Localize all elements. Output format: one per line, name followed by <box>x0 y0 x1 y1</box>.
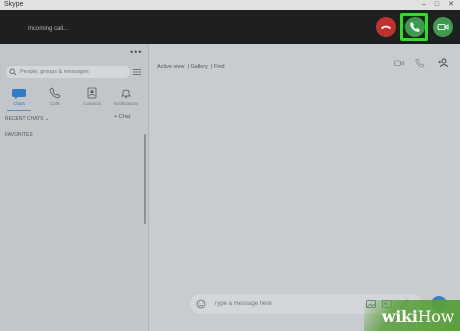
call-status-text: Incoming call... <box>28 26 69 32</box>
add-people-icon[interactable] <box>438 58 449 68</box>
minimize-button[interactable]: – <box>418 0 430 10</box>
tab-label: Notifications <box>113 101 139 106</box>
video-camera-icon <box>437 24 449 30</box>
tab-notifications[interactable]: Notifications <box>108 86 144 110</box>
decline-call-button[interactable] <box>376 17 396 37</box>
incoming-call-bar: Incoming call... <box>0 10 460 44</box>
watermark: wikiHow <box>364 300 460 331</box>
phone-icon <box>49 87 61 99</box>
chat-bubble-icon <box>12 89 26 99</box>
view-mode-bar: Active view | Gallery | Find <box>157 64 225 70</box>
search-input[interactable] <box>20 66 126 78</box>
hang-up-icon <box>381 25 391 30</box>
maximize-button[interactable]: □ <box>431 0 443 10</box>
recent-chats-header[interactable]: RECENT CHATS ⌄ <box>5 116 49 122</box>
sidebar-tabs: Chats Calls Contacts Notifications <box>0 86 148 110</box>
tab-chats[interactable]: Chats <box>1 86 37 110</box>
tab-label: Contacts <box>83 101 101 106</box>
view-mode-gallery[interactable]: Gallery <box>190 64 207 70</box>
message-input[interactable] <box>214 294 354 314</box>
window-title: Skype <box>4 1 24 8</box>
new-chat-button[interactable]: + Chat <box>114 114 130 120</box>
tab-label: Chats <box>13 101 25 106</box>
accept-video-call-button[interactable] <box>433 17 453 37</box>
filter-icon[interactable] <box>133 68 141 76</box>
audio-call-icon[interactable] <box>415 58 425 68</box>
sidebar-scrollbar[interactable] <box>144 134 146 224</box>
tab-contacts[interactable]: Contacts <box>74 86 110 110</box>
close-button[interactable]: ✕ <box>445 0 457 10</box>
tab-label: Calls <box>49 101 60 106</box>
sidebar: ••• Chats Calls <box>0 44 149 331</box>
bell-icon <box>121 89 131 99</box>
emoji-icon[interactable] <box>196 299 206 309</box>
more-options-icon[interactable]: ••• <box>130 47 142 57</box>
favorites-header: FAVORITES <box>5 132 33 138</box>
tab-calls[interactable]: Calls <box>37 86 73 110</box>
window-titlebar: Skype – □ ✕ <box>0 0 460 10</box>
search-icon <box>9 68 17 76</box>
conversation-panel: Active view | Gallery | Find <box>149 44 460 331</box>
video-call-icon[interactable] <box>394 58 404 68</box>
view-mode-find[interactable]: Find <box>214 64 225 70</box>
view-mode-active[interactable]: Active view <box>157 64 185 70</box>
contacts-icon <box>87 87 97 99</box>
highlight-box <box>400 13 428 41</box>
search-box[interactable] <box>6 66 130 78</box>
watermark-logo: wikiHow <box>381 307 455 326</box>
active-tab-indicator <box>7 110 31 111</box>
